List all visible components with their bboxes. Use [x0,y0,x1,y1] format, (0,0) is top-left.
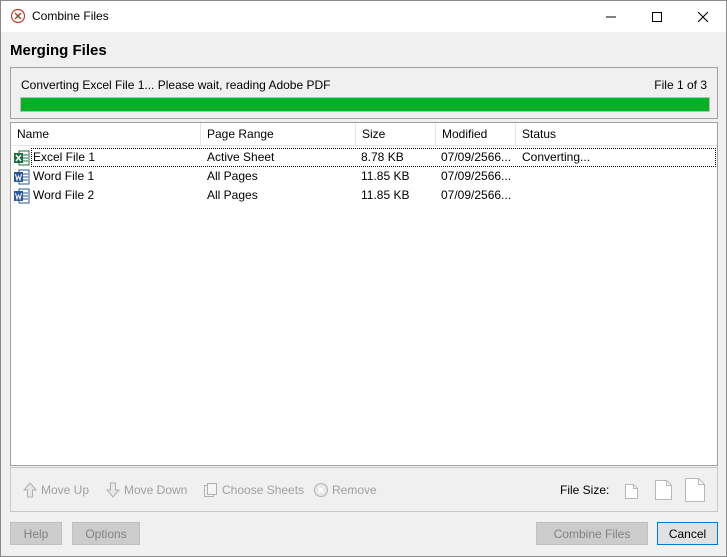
file-status: Converting... [522,150,591,164]
progress-panel: Converting Excel File 1... Please wait, … [10,67,718,119]
excel-file-icon [14,150,30,166]
close-button[interactable] [680,1,726,32]
file-list-header: Name Page Range Size Modified Status [11,123,717,146]
file-page-range: Active Sheet [207,150,275,164]
word-file-icon [14,169,30,185]
move-down-label: Move Down [124,483,188,497]
file-status [522,186,712,205]
file-name: Excel File 1 [33,150,96,164]
file-modified: 07/09/2566... [441,188,512,202]
column-header-page-range[interactable]: Page Range [201,123,356,146]
progress-bar [20,97,710,112]
document-small-icon[interactable] [625,484,638,499]
file-list[interactable]: Name Page Range Size Modified Status Exc… [10,122,718,466]
remove-button[interactable]: Remove [313,480,377,500]
title-bar[interactable]: Combine Files [1,1,726,32]
file-name: Word File 1 [33,169,95,183]
file-modified: 07/09/2566... [441,150,512,164]
close-icon [698,11,708,22]
combine-files-window: Combine Files Merging Files Converting E… [0,0,727,557]
help-button[interactable]: Help [10,522,62,545]
maximize-button[interactable] [634,1,680,32]
choose-sheets-button[interactable]: Choose Sheets [203,480,304,500]
choose-sheets-label: Choose Sheets [222,483,305,497]
file-status [522,167,712,186]
remove-icon [314,483,328,497]
window-title: Combine Files [32,9,109,23]
file-row[interactable]: Word File 2 All Pages 11.85 KB 07/09/256… [11,186,717,205]
options-button[interactable]: Options [72,522,140,545]
file-modified: 07/09/2566... [441,169,512,183]
file-size-label: File Size: [560,483,610,497]
file-size: 8.78 KB [361,150,404,164]
progress-file-count: File 1 of 3 [654,78,707,92]
file-row[interactable]: Excel File 1 Active Sheet 8.78 KB 07/09/… [11,148,717,167]
arrow-up-icon [22,482,38,498]
progress-bar-fill [21,98,709,111]
file-name: Word File 2 [33,188,95,202]
file-page-range: All Pages [207,169,258,183]
column-header-size[interactable]: Size [356,123,436,146]
remove-label: Remove [332,483,377,497]
minimize-button[interactable] [588,1,634,32]
cancel-button[interactable]: Cancel [657,522,718,545]
file-size: 11.85 KB [361,188,410,202]
maximize-icon [652,11,662,22]
column-header-modified[interactable]: Modified [436,123,516,146]
word-file-icon [14,188,30,204]
document-medium-icon[interactable] [655,480,672,500]
sheets-icon [204,483,217,497]
combine-files-button[interactable]: Combine Files [536,522,648,545]
file-size: 11.85 KB [361,169,410,183]
progress-status-text: Converting Excel File 1... Please wait, … [21,78,331,92]
minimize-icon [606,16,616,17]
move-up-button[interactable]: Move Up [22,480,89,500]
file-page-range: All Pages [207,188,258,202]
column-header-status[interactable]: Status [516,123,717,146]
file-row[interactable]: Word File 1 All Pages 11.85 KB 07/09/256… [11,167,717,186]
move-up-label: Move Up [41,483,90,497]
column-header-name[interactable]: Name [11,123,201,146]
document-large-icon[interactable] [685,478,705,502]
move-down-button[interactable]: Move Down [105,480,187,500]
file-toolbar: Move Up Move Down Choose Sheets Remove F… [10,467,718,512]
combine-files-icon [10,8,26,24]
arrow-down-icon [105,482,121,498]
page-title: Merging Files [10,42,107,59]
